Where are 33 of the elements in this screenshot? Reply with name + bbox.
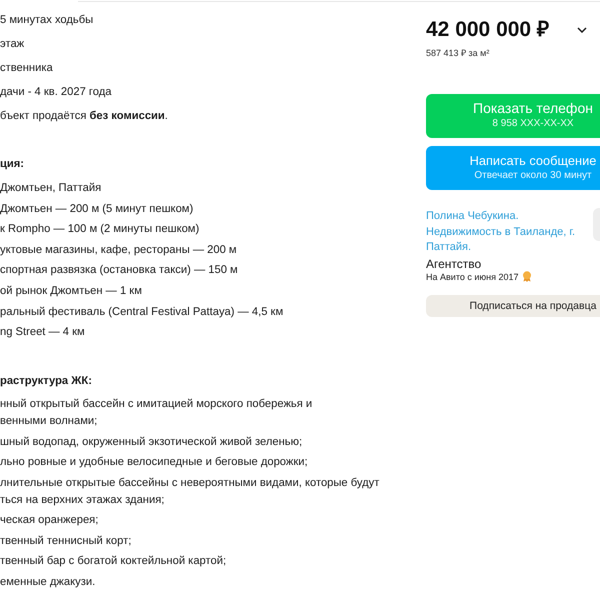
list-item: твенный бар с богатой коктейльной картой; bbox=[0, 554, 228, 570]
write-message-button[interactable]: Написать сообщение Отвечает около 30 минут bbox=[426, 146, 600, 190]
description-line: бъект продаётся без комиссии. bbox=[0, 109, 169, 124]
medal-icon bbox=[522, 271, 532, 282]
list-item: Джомтьен — 200 м (5 минут пешком) bbox=[0, 202, 194, 217]
list-item: ng Street — 4 км bbox=[0, 325, 86, 340]
seller-name-link[interactable]: Полина Чебукина. Недвижимость в Таиланде, г. Паттайя. bbox=[426, 209, 578, 256]
price-per-meter: 587 413 ₽ за м² bbox=[426, 47, 490, 59]
section-heading: ция: bbox=[0, 157, 26, 172]
description-line: дачи - 4 кв. 2027 года bbox=[0, 85, 112, 100]
list-item: ой рынок Джомтьен — 1 км bbox=[0, 284, 143, 299]
list-item: к Rompho — 100 м (2 минуты пешком) bbox=[0, 222, 200, 238]
show-phone-button[interactable]: Показать телефон 8 958 XXX-XX-XX bbox=[426, 94, 600, 138]
chevron-down-icon[interactable] bbox=[576, 27, 587, 33]
list-item: ческая оранжерея; bbox=[0, 513, 100, 528]
list-item: спортная развязка (остановка такси) — 150 м bbox=[0, 263, 239, 278]
list-item: твенный теннисный корт; bbox=[0, 534, 132, 549]
description-line: 5 минутах ходьбы bbox=[0, 13, 94, 28]
price: 42 000 000 ₽ bbox=[426, 17, 549, 43]
subscribe-button[interactable]: Подписаться на продавца bbox=[426, 294, 600, 316]
list-item: лнительные открытые бассейны с невероятными видами, которые будут ться на верхних этажах здания; bbox=[0, 476, 380, 508]
list-item: уктовые магазины, кафе, рестораны — 200 м bbox=[0, 242, 238, 258]
list-item: шный водопад, окруженный экзотической живой зеленью; bbox=[0, 434, 304, 450]
list-item: нный открытый бассейн с имитацией морского побережья и венными волнами; bbox=[0, 397, 314, 430]
description-line: этаж bbox=[0, 37, 26, 52]
seller-type: Агентство bbox=[426, 256, 482, 270]
list-item: ральный фестиваль (Central Festival Pattaya) — 4,5 км bbox=[0, 304, 284, 320]
list-item: Джомтьен, Паттайя bbox=[0, 181, 102, 196]
list-item: еменные джакузи. bbox=[0, 574, 96, 590]
section-heading: раструктура ЖК: bbox=[0, 374, 93, 389]
seller-since: На Авито с июня 2017 bbox=[426, 270, 518, 282]
list-item: льно ровные и удобные велосипедные и беговые дорожки; bbox=[0, 455, 309, 470]
description-line: ственника bbox=[0, 61, 54, 76]
